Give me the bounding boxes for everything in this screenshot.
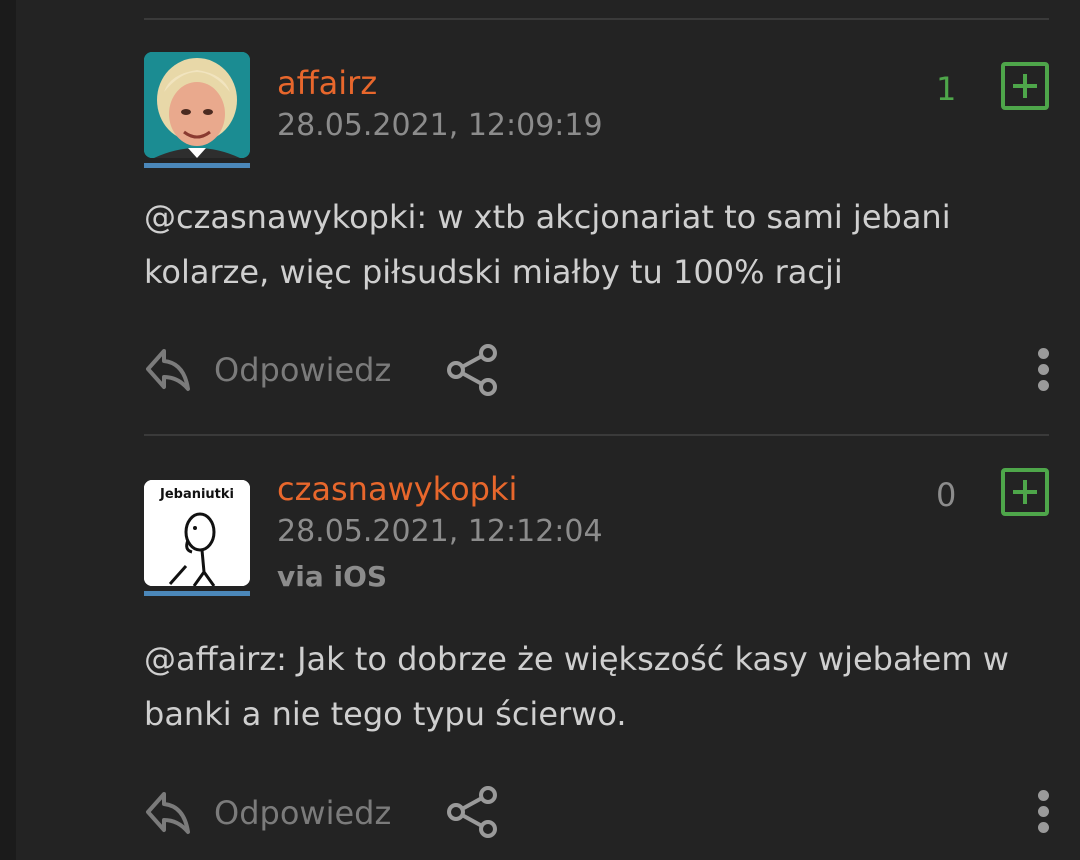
username[interactable]: affairz xyxy=(277,64,377,102)
vote-count: 1 xyxy=(936,70,957,108)
left-gutter xyxy=(0,0,16,860)
comment-czasnawykopki: Jebaniutki czasnawykopki 28.05.2021, 12:… xyxy=(144,468,1050,850)
divider-middle xyxy=(144,434,1049,436)
share-button[interactable] xyxy=(444,342,500,398)
reply-arrow-icon xyxy=(146,792,190,834)
reply-button[interactable]: Odpowiedz xyxy=(144,340,391,400)
comment-affairz: affairz 28.05.2021, 12:09:19 1 @czasnawy… xyxy=(144,52,1049,412)
plus-vote-button[interactable] xyxy=(1001,468,1049,516)
man-with-grey-hair-avatar-icon xyxy=(144,52,250,158)
avatar[interactable] xyxy=(144,52,250,158)
reply-label: Odpowiedz xyxy=(214,351,392,389)
comment-body: @affairz: Jak to dobrze że większość kas… xyxy=(144,632,1049,742)
timestamp: 28.05.2021, 12:09:19 xyxy=(277,108,603,143)
more-dot-icon xyxy=(1037,822,1049,833)
comment-body: @czasnawykopki: w xtb akcjonariat to sam… xyxy=(144,190,1049,300)
mention-link[interactable]: @czasnawykopki xyxy=(144,198,416,236)
timestamp: 28.05.2021, 12:12:04 xyxy=(277,514,603,549)
reply-label: Odpowiedz xyxy=(214,794,392,832)
stick-figure-avatar-icon: Jebaniutki xyxy=(144,480,250,586)
username[interactable]: czasnawykopki xyxy=(277,470,517,508)
more-options-button[interactable] xyxy=(1036,790,1050,834)
reply-arrow-icon xyxy=(146,349,190,391)
more-dot-icon xyxy=(1037,380,1049,391)
more-dot-icon xyxy=(1037,806,1049,817)
vote-count: 0 xyxy=(936,476,957,514)
mention-link[interactable]: @affairz xyxy=(144,640,276,678)
reply-button[interactable]: Odpowiedz xyxy=(144,783,391,843)
more-dot-icon xyxy=(1037,348,1049,359)
avatar[interactable]: Jebaniutki xyxy=(144,480,250,586)
more-options-button[interactable] xyxy=(1036,348,1050,392)
avatar-label: Jebaniutki xyxy=(159,487,234,502)
more-dot-icon xyxy=(1037,364,1049,375)
plus-icon xyxy=(1013,480,1037,504)
avatar-underline xyxy=(144,591,250,596)
comments-page: affairz 28.05.2021, 12:09:19 1 @czasnawy… xyxy=(0,0,1080,860)
avatar-underline xyxy=(144,163,250,168)
via-platform: via iOS xyxy=(277,560,388,593)
plus-vote-button[interactable] xyxy=(1001,62,1049,110)
plus-icon xyxy=(1013,74,1037,98)
divider-top xyxy=(144,18,1049,20)
more-dot-icon xyxy=(1037,790,1049,801)
share-icon xyxy=(447,786,497,838)
share-icon xyxy=(447,344,497,396)
share-button[interactable] xyxy=(444,784,500,840)
